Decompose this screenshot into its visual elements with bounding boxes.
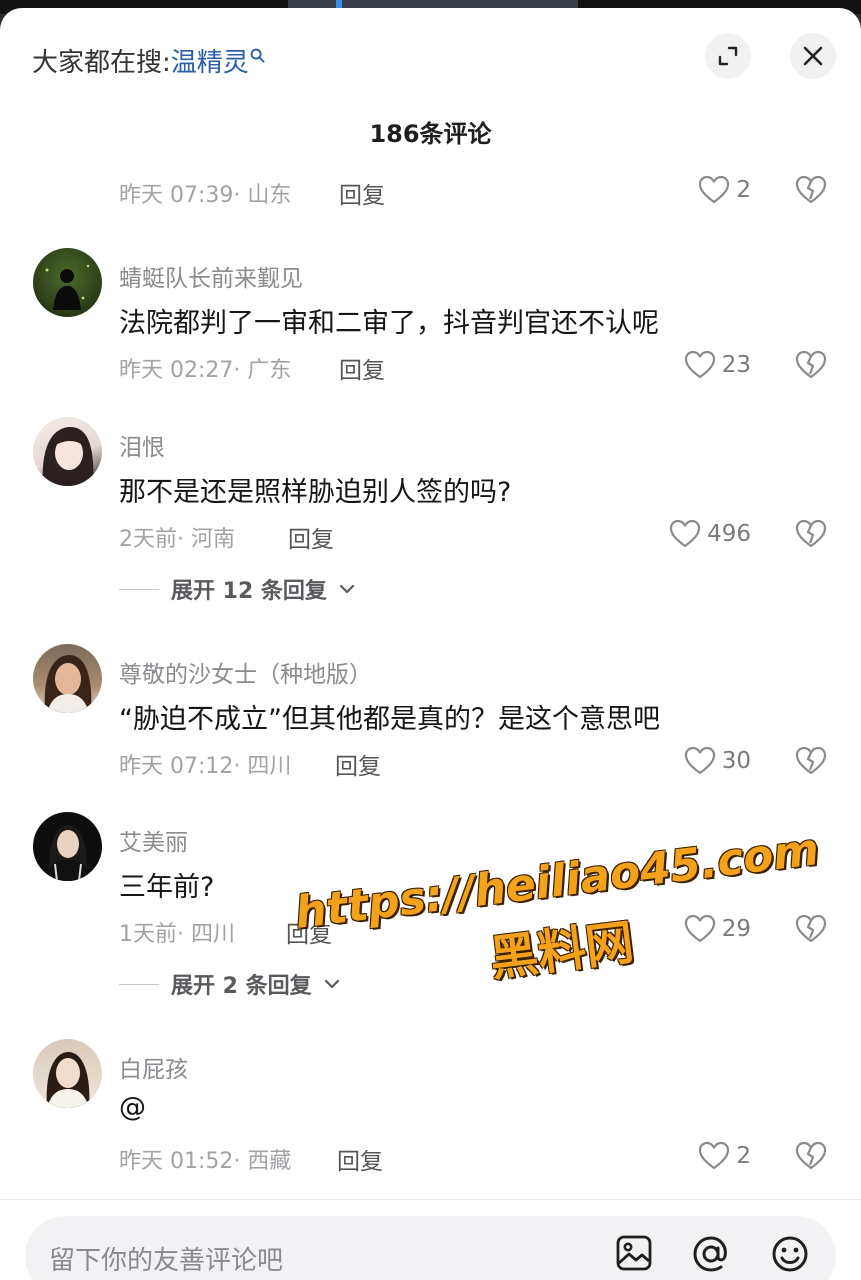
comment-meta: 2天前· 河南 xyxy=(119,527,235,552)
divider xyxy=(0,1199,861,1200)
broken-heart-icon[interactable] xyxy=(795,746,827,775)
comment-text: @ xyxy=(119,1092,146,1123)
like-button[interactable]: 30 xyxy=(684,746,751,775)
image-icon[interactable] xyxy=(615,1234,653,1272)
comment-meta: 昨天 07:12· 四川 xyxy=(119,754,292,779)
comment-meta: 昨天 01:52· 西藏 xyxy=(119,1149,292,1174)
divider xyxy=(119,588,159,590)
search-suggestion[interactable]: 大家都在搜:温精灵 xyxy=(32,42,265,79)
comment-input[interactable]: 留下你的友善评论吧 xyxy=(25,1216,836,1280)
broken-heart-icon[interactable] xyxy=(795,175,827,204)
avatar-portrait xyxy=(45,825,91,881)
reply-button[interactable]: 回复 xyxy=(339,176,385,210)
like-count: 2 xyxy=(736,1142,751,1169)
comment-text: 法院都判了一审和二审了，抖音判官还不认呢 xyxy=(119,308,659,339)
heart-icon xyxy=(684,350,715,379)
heart-icon xyxy=(699,1141,730,1170)
like-button[interactable]: 2 xyxy=(698,175,751,204)
like-count: 23 xyxy=(721,351,751,378)
comment-input-placeholder: 留下你的友善评论吧 xyxy=(49,1246,284,1276)
close-button[interactable] xyxy=(790,33,836,79)
comment-meta: 昨天 07:39· 山东 xyxy=(119,183,292,208)
reply-button[interactable]: 回复 xyxy=(288,520,334,554)
comment-meta: 1天前· 四川 xyxy=(119,922,235,947)
like-count: 30 xyxy=(721,747,751,774)
comments-sheet: 大家都在搜:温精灵 186条评论 昨天 07:39· 山东 回复 2 蜻蜓队长前… xyxy=(0,8,861,1280)
heart-icon xyxy=(699,175,730,204)
reply-button[interactable]: 回复 xyxy=(335,747,381,781)
comment-text: “胁迫不成立”但其他都是真的？是这个意思吧 xyxy=(119,704,660,735)
comment-item: 蜻蜓队长前来觐见 法院都判了一审和二审了，抖音判官还不认呢 昨天 02:27· … xyxy=(0,248,861,398)
search-icon xyxy=(250,48,265,63)
like-count: 2 xyxy=(736,176,751,203)
at-icon[interactable] xyxy=(691,1234,731,1274)
avatar[interactable] xyxy=(33,1039,102,1108)
avatar[interactable] xyxy=(33,248,102,317)
comment-count: 186条评论 xyxy=(369,120,492,148)
expand-replies-label: 展开 12 条回复 xyxy=(171,579,327,604)
heart-icon xyxy=(669,519,701,548)
search-prefix: 大家都在搜: xyxy=(32,48,171,78)
expand-replies-button[interactable]: 展开 12 条回复 xyxy=(119,573,355,605)
divider xyxy=(119,983,159,985)
comment-text: 三年前? xyxy=(119,872,215,903)
comment-item: 昨天 07:39· 山东 回复 2 xyxy=(0,173,861,233)
avatar[interactable] xyxy=(33,812,102,881)
broken-heart-icon[interactable] xyxy=(795,519,827,548)
broken-heart-icon[interactable] xyxy=(795,350,827,379)
broken-heart-icon[interactable] xyxy=(795,1141,827,1170)
comment-username[interactable]: 泪恨 xyxy=(119,428,165,462)
like-button[interactable]: 2 xyxy=(698,1141,751,1170)
comment-meta: 昨天 02:27· 广东 xyxy=(119,358,292,383)
close-icon xyxy=(803,46,823,66)
like-button[interactable]: 23 xyxy=(684,350,751,379)
comment-username[interactable]: 白屁孩 xyxy=(119,1050,188,1084)
avatar-portrait xyxy=(46,1052,90,1108)
comment-item: 白屁孩 @ 昨天 01:52· 西藏 回复 2 xyxy=(0,1039,861,1189)
expand-icon xyxy=(718,46,738,66)
comment-username[interactable]: 蜻蜓队长前来觐见 xyxy=(119,259,303,293)
like-button[interactable]: 496 xyxy=(669,519,751,548)
comment-text: 那不是还是照样胁迫别人签的吗? xyxy=(119,477,512,508)
comment-item: 尊敬的沙女士（种地版） “胁迫不成立”但其他都是真的？是这个意思吧 昨天 07:… xyxy=(0,644,861,794)
comment-username[interactable]: 艾美丽 xyxy=(119,823,188,857)
reply-button[interactable]: 回复 xyxy=(339,351,385,385)
avatar-portrait xyxy=(42,426,94,486)
avatar[interactable] xyxy=(33,417,102,486)
chevron-down-icon xyxy=(339,584,355,594)
expand-replies-label: 展开 2 条回复 xyxy=(171,974,312,999)
heart-icon xyxy=(684,746,715,775)
comment-item: 泪恨 那不是还是照样胁迫别人签的吗? 2天前· 河南 回复 496 展开 12 … xyxy=(0,417,861,607)
like-count: 496 xyxy=(707,520,751,547)
avatar-portrait xyxy=(44,655,92,713)
expand-button[interactable] xyxy=(705,33,751,79)
avatar[interactable] xyxy=(33,644,102,713)
emoji-icon[interactable] xyxy=(770,1234,810,1274)
comment-username[interactable]: 尊敬的沙女士（种地版） xyxy=(119,655,372,689)
search-term[interactable]: 温精灵 xyxy=(171,48,249,78)
avatar-silhouette xyxy=(45,264,90,310)
reply-button[interactable]: 回复 xyxy=(337,1142,383,1176)
